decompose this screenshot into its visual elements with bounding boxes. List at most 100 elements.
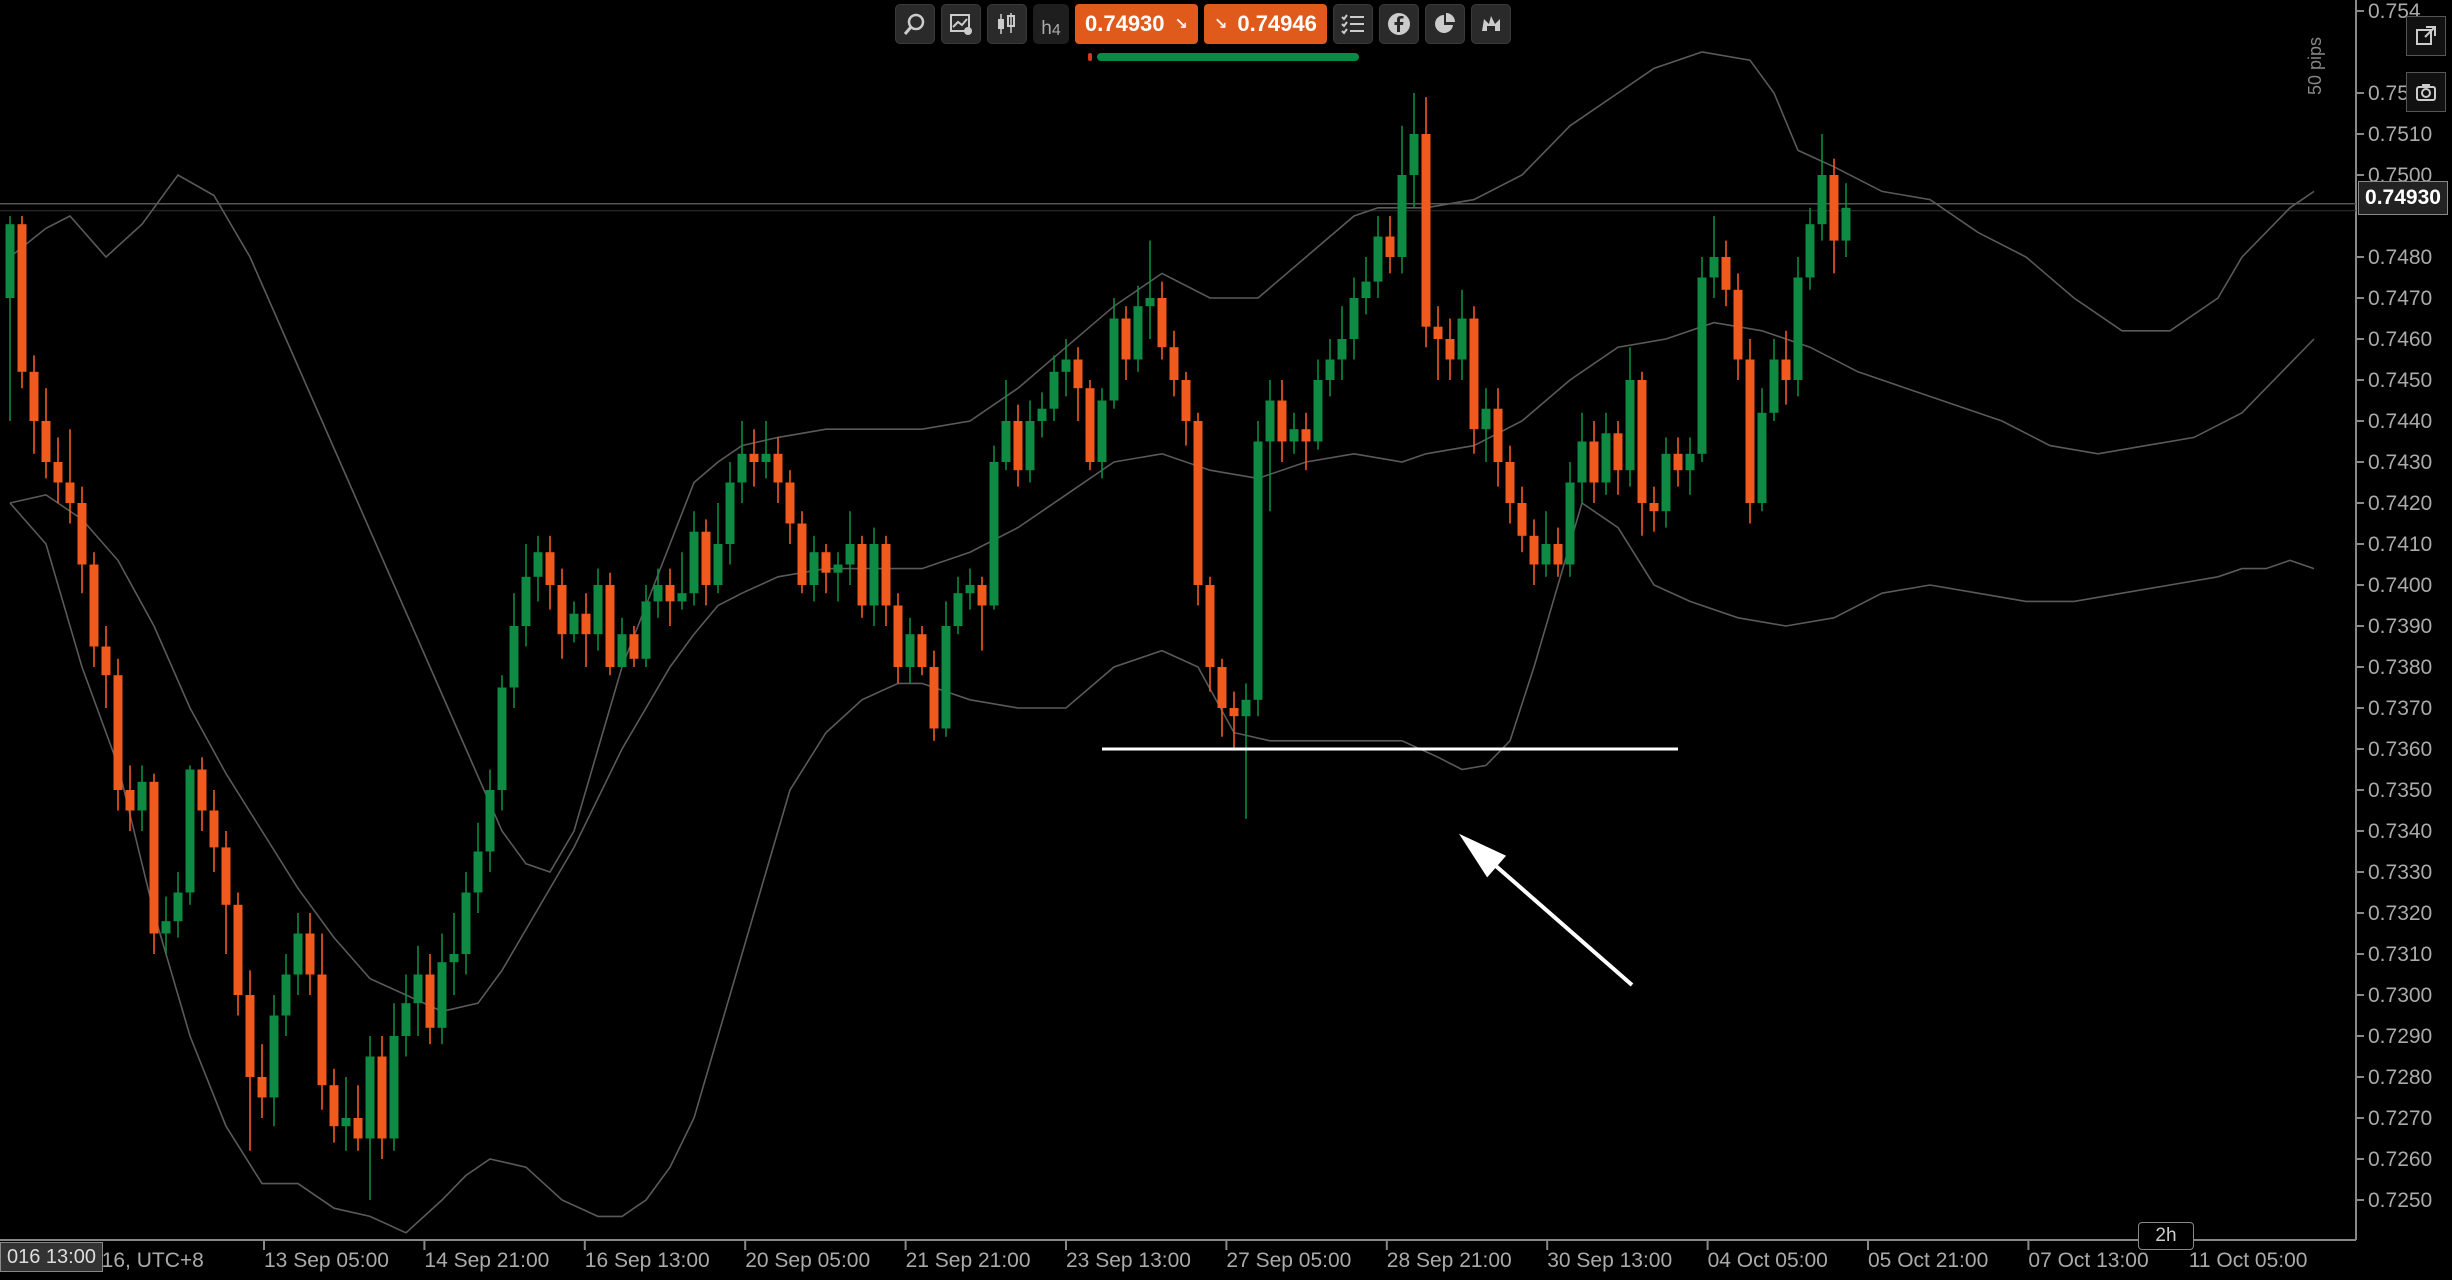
candle-up xyxy=(1457,318,1467,360)
buy-arrow-icon: ↘ xyxy=(1213,16,1228,33)
candle-down xyxy=(1745,359,1755,503)
candle-down xyxy=(1517,503,1527,536)
y-tick-label: 0.7330 xyxy=(2368,861,2432,884)
candle-up xyxy=(137,781,147,811)
crown-button[interactable] xyxy=(1470,4,1511,44)
chart-window[interactable]: 0.754 0.75 0.7510 0.7500 0.7480 0.7470 0.7460 0… xyxy=(0,0,2452,1280)
candle-up xyxy=(185,769,195,893)
candle-down xyxy=(1529,535,1539,565)
candle-down xyxy=(1277,400,1287,442)
timeframe-selector[interactable]: h4 xyxy=(1033,4,1069,44)
candle-up xyxy=(1397,175,1407,257)
candle-up xyxy=(1481,408,1491,430)
candle-up xyxy=(1373,236,1383,282)
candle-up xyxy=(401,1003,411,1036)
checklist-icon xyxy=(1341,14,1364,35)
y-tick-label: 0.7480 xyxy=(2368,246,2432,269)
buy-button[interactable]: ↘ 0.74946 xyxy=(1203,4,1327,44)
facebook-icon xyxy=(1387,13,1410,35)
candle-down xyxy=(1169,347,1179,380)
pie-button[interactable] xyxy=(1424,4,1465,44)
y-tick-label: 0.7340 xyxy=(2368,820,2432,843)
candle-down xyxy=(1013,421,1023,471)
y-tick-label: 0.7470 xyxy=(2368,287,2432,310)
candle-up xyxy=(737,453,747,483)
timeframe-sub-label: 4 xyxy=(1051,22,1061,39)
candle-down xyxy=(1301,429,1311,442)
x-tick-label: 27 Sep 05:00 xyxy=(1226,1249,1351,1272)
candle-up xyxy=(1625,380,1635,471)
candle-down xyxy=(1385,236,1395,257)
chart-settings-icon xyxy=(950,14,972,35)
candle-up xyxy=(1313,380,1323,442)
date-origin-label: 016 13:00 xyxy=(0,1242,103,1272)
candle-up xyxy=(1841,207,1851,241)
price-chart[interactable]: 0.7540.750.75100.75000.74800.74700.74600… xyxy=(0,0,2452,1280)
candle-down xyxy=(1085,388,1095,462)
sell-button[interactable]: 0.74930 ↘ xyxy=(1075,4,1198,44)
candle-down xyxy=(749,453,759,462)
candle-down xyxy=(821,552,831,573)
candle-down xyxy=(53,462,63,483)
candle-up xyxy=(1337,339,1347,360)
y-tick-label: 0.7290 xyxy=(2368,1025,2432,1048)
facebook-button[interactable] xyxy=(1378,4,1419,44)
current-price-tag: 0.74930 xyxy=(2358,181,2448,215)
candle-up xyxy=(617,634,627,667)
candle-up xyxy=(1685,453,1695,471)
y-tick-label: 0.7450 xyxy=(2368,369,2432,392)
y-tick-label: 0.7350 xyxy=(2368,779,2432,802)
candle-up xyxy=(161,921,171,934)
candle-up xyxy=(1097,400,1107,462)
y-tick-label: 0.7300 xyxy=(2368,984,2432,1007)
y-tick-label: 0.75 xyxy=(2368,82,2409,105)
x-axis-origin-label: 016, UTC+8 xyxy=(90,1249,204,1272)
candle-down xyxy=(977,585,987,606)
chart-type-button[interactable] xyxy=(987,4,1027,44)
y-tick-label: 0.7380 xyxy=(2368,656,2432,679)
y-tick-label: 0.7270 xyxy=(2368,1107,2432,1130)
candle-up xyxy=(1145,298,1155,307)
chart-settings-button[interactable] xyxy=(941,4,981,44)
candle-down xyxy=(29,371,39,421)
candle-up xyxy=(1697,277,1707,454)
candle-down xyxy=(89,564,99,647)
candle-up xyxy=(1793,277,1803,380)
zoom-button[interactable] xyxy=(895,4,935,44)
candle-up xyxy=(869,544,879,606)
candle-down xyxy=(305,933,315,975)
candle-down xyxy=(1217,667,1227,708)
checklist-button[interactable] xyxy=(1332,4,1373,44)
ask-price: 0.74946 xyxy=(1237,11,1317,36)
candle-down xyxy=(545,552,555,585)
candle-down xyxy=(929,667,939,729)
candle-down xyxy=(1781,359,1791,380)
candle-up xyxy=(809,552,819,585)
spread-indicator-dot xyxy=(1088,53,1092,61)
x-tick-label: 16 Sep 13:00 xyxy=(585,1249,710,1272)
timeframe-label: h xyxy=(1041,18,1052,39)
candle-up xyxy=(1049,371,1059,409)
screenshot-button[interactable] xyxy=(2406,72,2446,112)
candle-up xyxy=(1289,429,1299,442)
x-tick-label: 23 Sep 13:00 xyxy=(1066,1249,1191,1272)
candle-down xyxy=(1505,462,1515,503)
popout-icon xyxy=(2416,26,2436,45)
candle-up xyxy=(845,544,855,565)
candle-up xyxy=(1817,175,1827,225)
candle-up xyxy=(1805,224,1815,278)
candle-down xyxy=(329,1085,339,1127)
candle-down xyxy=(1433,326,1443,339)
candle-up xyxy=(413,974,423,1004)
candle-up xyxy=(1601,433,1611,483)
candle-up xyxy=(1565,482,1575,565)
candle-up xyxy=(1037,408,1047,421)
candle-up xyxy=(1361,281,1371,298)
candle-up xyxy=(713,544,723,585)
y-tick-label: 0.7280 xyxy=(2368,1066,2432,1089)
candle-up xyxy=(293,933,303,975)
candle-down xyxy=(101,646,111,676)
timeframe-tab[interactable]: 2h xyxy=(2138,1222,2194,1250)
popout-button[interactable] xyxy=(2406,16,2446,56)
x-tick-label: 05 Oct 21:00 xyxy=(1868,1249,1988,1272)
